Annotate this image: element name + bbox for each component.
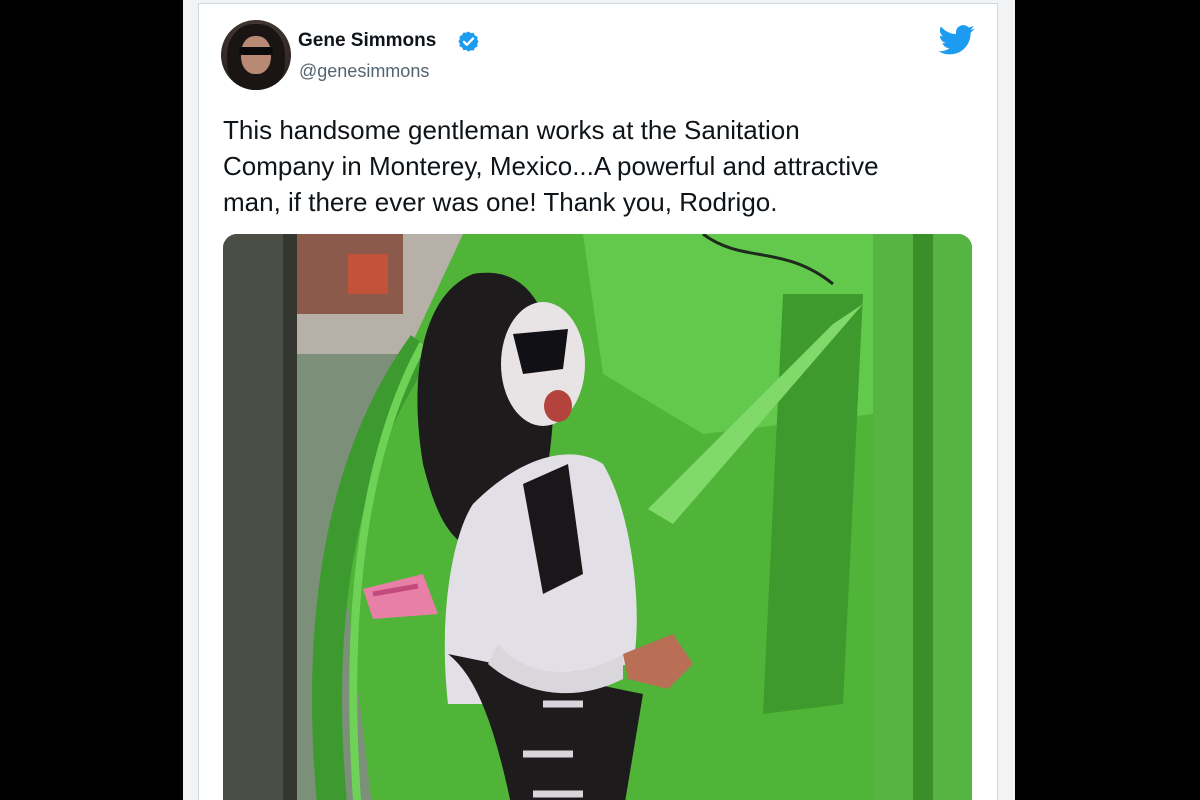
verified-badge-icon <box>458 31 479 52</box>
tweet-media-video[interactable] <box>223 234 972 800</box>
media-frame <box>223 234 972 800</box>
avatar-face <box>241 36 271 74</box>
twitter-bird-icon[interactable] <box>939 24 975 56</box>
card-top-border <box>198 0 998 4</box>
tweet-text: This handsome gentleman works at the San… <box>223 115 879 217</box>
author-name[interactable]: Gene Simmons <box>298 30 436 52</box>
page-background-right <box>998 0 1015 800</box>
screenshot-frame: Gene Simmons @genesimmons This handsome … <box>0 0 1200 800</box>
tweet-card[interactable]: Gene Simmons @genesimmons This handsome … <box>198 0 998 800</box>
author-handle[interactable]: @genesimmons <box>299 61 429 82</box>
page-background-left <box>183 0 198 800</box>
author-avatar[interactable] <box>221 20 291 90</box>
avatar-sunglasses <box>239 47 273 55</box>
